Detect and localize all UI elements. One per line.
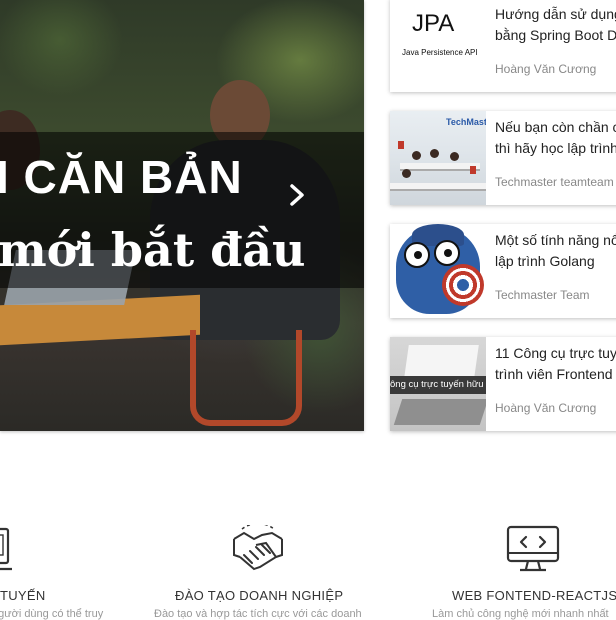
hero-banner[interactable]: I CĂN BẢN mới bắt đầu: [0, 0, 364, 431]
chevron-right-icon[interactable]: [283, 182, 311, 212]
article-title[interactable]: Hướng dẫn sử dụng bằng Spring Boot D: [495, 4, 616, 46]
gopher-pupil: [444, 249, 452, 257]
article-author: Hoàng Văn Cương: [495, 401, 597, 415]
article-thumbnail: [390, 224, 486, 318]
laptop-icon: [0, 525, 20, 578]
article-title-line2: thì hãy học lập trình: [495, 140, 616, 156]
article-title-line2: lập trình Golang: [495, 253, 595, 269]
article-thumbnail: ông cụ trực tuyến hữu: [390, 337, 486, 431]
services-section: TUYẾN người dùng có thể truy ĐÀO TẠO DOA…: [0, 520, 616, 620]
article-card[interactable]: JPA Java Persistence API Hướng dẫn sử dụ…: [390, 0, 616, 92]
classroom-chair: [398, 141, 404, 149]
article-title[interactable]: Một số tính năng nổ lập trình Golang: [495, 230, 616, 272]
hero-heading-line1: I CĂN BẢN: [0, 151, 243, 203]
service-description: người dùng có thể truy: [0, 608, 104, 620]
article-title-line1: Một số tính năng nổ: [495, 232, 616, 248]
article-title-line2: trình viên Frontend: [495, 366, 613, 382]
hero-heading-line2: mới bắt đầu: [0, 223, 306, 277]
code-monitor-icon: [506, 525, 560, 578]
service-description: Đào tạo và hợp tác tích cực với các doan…: [154, 608, 362, 620]
classroom-desk: [390, 183, 486, 191]
service-title: TUYẾN: [0, 588, 46, 603]
article-author: Hoàng Văn Cương: [495, 62, 597, 76]
techmaster-logo: TechMaster: [446, 117, 486, 127]
student-head: [412, 151, 421, 160]
article-card[interactable]: ông cụ trực tuyến hữu 11 Công cụ trực tu…: [390, 337, 616, 431]
handshake-icon: [230, 522, 286, 580]
article-card[interactable]: TechMaster Nếu bạn còn chần c thì hãy họ…: [390, 111, 616, 205]
article-title-line1: 11 Công cụ trực tuy: [495, 345, 616, 361]
jpa-logo-subtitle: Java Persistence API: [402, 48, 478, 57]
service-description: Làm chủ công nghệ mới nhanh nhất: [432, 608, 609, 620]
article-title[interactable]: 11 Công cụ trực tuy trình viên Frontend: [495, 343, 616, 385]
article-author: Techmaster Team: [495, 288, 590, 302]
service-title: WEB FONTEND-REACTJS: [452, 588, 616, 603]
article-thumbnail: JPA Java Persistence API: [390, 0, 486, 92]
student-head: [450, 152, 459, 161]
classroom-chair: [470, 166, 476, 174]
hero-photo-chair: [190, 330, 302, 426]
shield-icon: [442, 264, 484, 306]
thumbnail-caption: ông cụ trực tuyến hữu: [390, 376, 486, 394]
jpa-logo-text: JPA: [412, 10, 455, 37]
article-title-line2: bằng Spring Boot D: [495, 27, 616, 43]
student-head: [402, 169, 411, 178]
article-thumbnail: TechMaster: [390, 111, 486, 205]
service-title: ĐÀO TẠO DOANH NGHIỆP: [175, 588, 344, 603]
classroom-desk: [400, 163, 480, 171]
article-card[interactable]: Một số tính năng nổ lập trình Golang Tec…: [390, 224, 616, 318]
gopher-pupil: [414, 251, 422, 259]
article-title-line1: Hướng dẫn sử dụng: [495, 6, 616, 22]
article-author: Techmaster teamteam: [495, 175, 614, 189]
laptop-keyboard: [393, 399, 486, 425]
student-head: [430, 149, 439, 158]
article-title-line1: Nếu bạn còn chần c: [495, 119, 616, 135]
article-title[interactable]: Nếu bạn còn chần c thì hãy học lập trình: [495, 117, 616, 159]
